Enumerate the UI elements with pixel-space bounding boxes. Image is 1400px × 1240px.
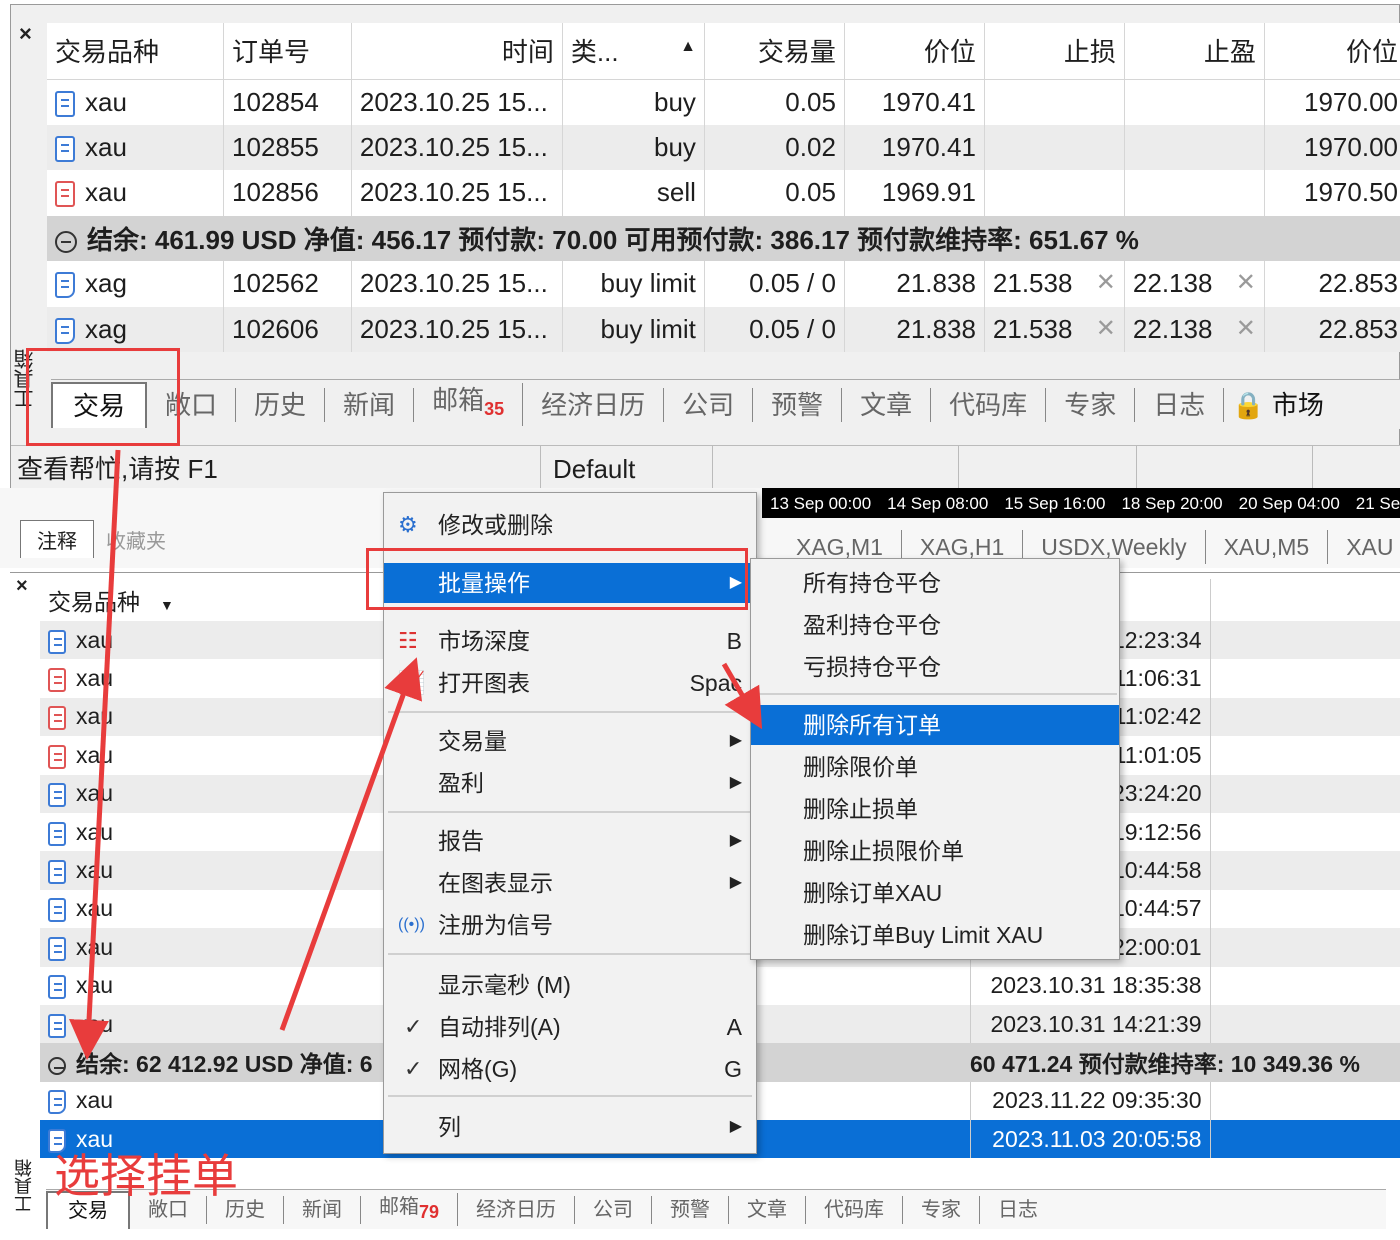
- annotation-select-pending: 选择挂单: [54, 1150, 238, 1202]
- annotation-arrows: [69, 449, 763, 1060]
- arrow-to-delete-all: [721, 662, 763, 730]
- arrow-to-menu: [279, 657, 423, 1031]
- arrow-to-summary: [69, 449, 121, 1060]
